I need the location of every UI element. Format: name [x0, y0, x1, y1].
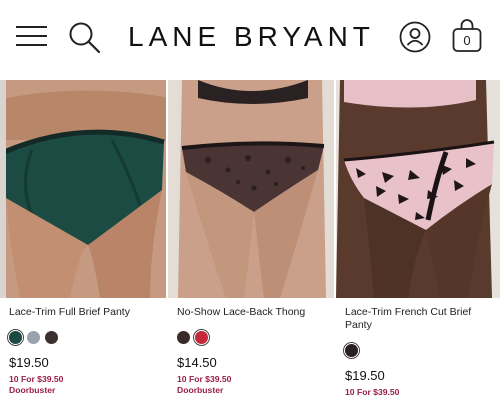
- product-price: $14.50: [177, 355, 217, 370]
- hamburger-menu-button[interactable]: [16, 24, 48, 48]
- promo-tag: Doorbuster: [177, 385, 224, 395]
- product-title[interactable]: Lace-Trim Full Brief Panty: [9, 306, 160, 319]
- color-swatch[interactable]: [195, 331, 208, 344]
- product-info: Lace-Trim Full Brief Panty $19.50 10 For…: [9, 306, 160, 396]
- product-info: No-Show Lace-Back Thong $14.50 10 For $3…: [177, 306, 328, 396]
- color-swatch[interactable]: [9, 331, 22, 344]
- color-swatch[interactable]: [177, 331, 190, 344]
- shopping-bag-button[interactable]: 0: [451, 18, 483, 54]
- product-price: $19.50: [345, 368, 385, 383]
- product-title[interactable]: Lace-Trim French Cut Brief Panty: [345, 306, 494, 332]
- promo-deal: 10 For $39.50: [9, 374, 64, 384]
- product-image[interactable]: [336, 80, 500, 298]
- color-swatches: [9, 331, 160, 345]
- menu-line: [16, 35, 47, 37]
- product-card[interactable]: Lace-Trim Full Brief Panty $19.50 10 For…: [0, 80, 166, 405]
- promo-deal: 10 For $39.50: [345, 387, 400, 397]
- product-grid: Lace-Trim Full Brief Panty $19.50 10 For…: [0, 80, 500, 405]
- search-button[interactable]: [67, 20, 103, 56]
- product-image[interactable]: [0, 80, 166, 298]
- promo-tag: Doorbuster: [9, 385, 56, 395]
- search-icon: [69, 22, 101, 54]
- account-button[interactable]: [399, 21, 431, 53]
- color-swatches: [177, 331, 328, 345]
- product-image[interactable]: [168, 80, 334, 298]
- brand-logo[interactable]: LANE BRYANT: [128, 20, 373, 54]
- color-swatch[interactable]: [345, 344, 358, 357]
- product-info: Lace-Trim French Cut Brief Panty $19.50 …: [345, 306, 494, 398]
- color-swatch[interactable]: [27, 331, 40, 344]
- product-price: $19.50: [9, 355, 49, 370]
- product-title[interactable]: No-Show Lace-Back Thong: [177, 306, 328, 319]
- product-card[interactable]: No-Show Lace-Back Thong $14.50 10 For $3…: [168, 80, 334, 405]
- promo-deal: 10 For $39.50: [177, 374, 232, 384]
- menu-line: [16, 26, 47, 28]
- bag-count: 0: [463, 33, 471, 48]
- color-swatches: [345, 344, 494, 358]
- site-header: LANE BRYANT 0: [0, 0, 500, 78]
- color-swatch[interactable]: [45, 331, 58, 344]
- product-card[interactable]: Lace-Trim French Cut Brief Panty $19.50 …: [336, 80, 500, 405]
- menu-line: [16, 44, 47, 46]
- account-icon: [399, 21, 431, 53]
